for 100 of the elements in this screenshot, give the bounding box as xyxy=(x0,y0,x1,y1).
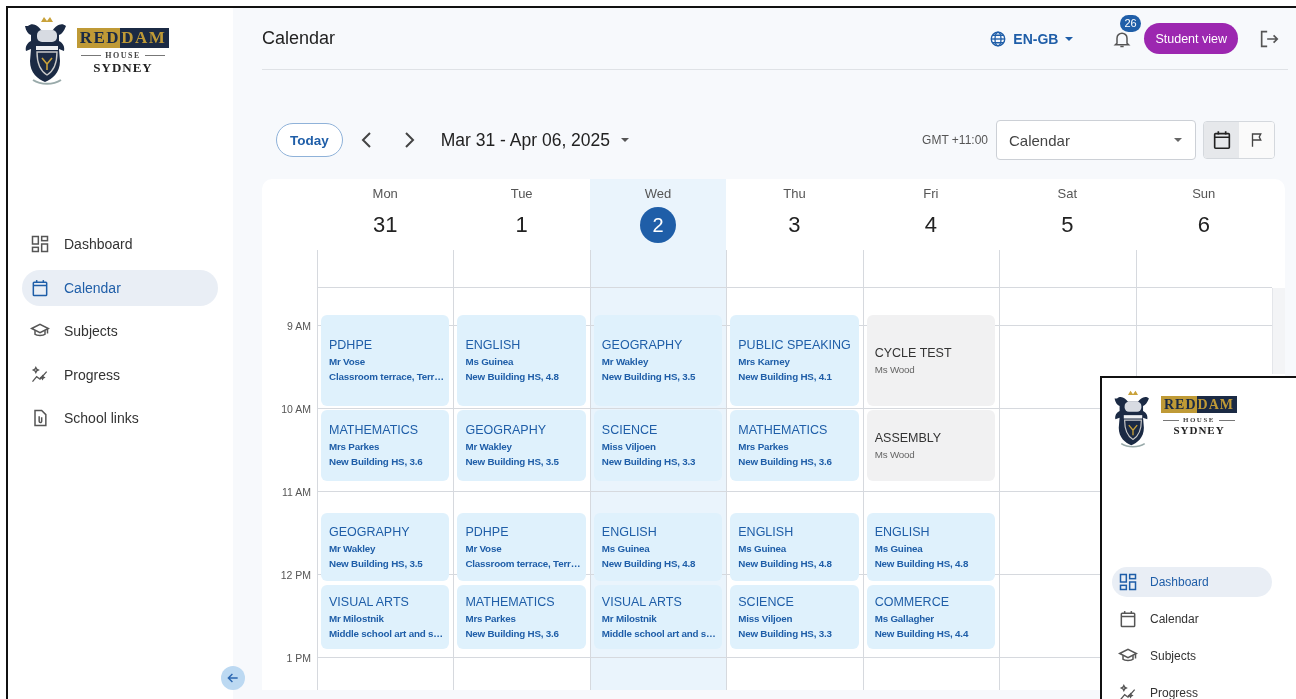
weekday-label: Tue xyxy=(510,186,533,201)
event-card[interactable]: ENGLISH Ms Guinea New Building HS, 4.8 xyxy=(866,513,996,581)
nav-label: Dashboard xyxy=(1150,575,1209,589)
event-location: New Building HS, 4.8 xyxy=(601,556,697,571)
event-title: PDHPE xyxy=(465,523,510,541)
view-select[interactable]: Calendar xyxy=(996,120,1196,160)
event-location: New Building HS, 3.6 xyxy=(465,626,560,641)
timezone-label: GMT +11:00 xyxy=(922,133,988,147)
event-card[interactable]: ENGLISH Ms Guinea New Building HS, 4.8 xyxy=(593,513,723,581)
nav-label: Calendar xyxy=(64,279,121,296)
nav-item[interactable]: Subjects xyxy=(1112,641,1272,671)
event-title: GEOGRAPHY xyxy=(465,422,547,439)
event-title: SCIENCE xyxy=(601,422,659,439)
day-number: 1 xyxy=(515,211,528,239)
today-date-badge: 2 xyxy=(640,207,677,243)
brand-name-part: DAM xyxy=(120,28,170,48)
event-teacher: Ms Guinea xyxy=(465,355,515,369)
event-card[interactable]: GEOGRAPHY Mr Wakley New Building HS, 3.5 xyxy=(321,513,450,581)
event-title: ENGLISH xyxy=(738,523,795,541)
event-card[interactable]: GEOGRAPHY Mr Wakley New Building HS, 3.5 xyxy=(593,315,723,406)
event-location: Classroom terrace, Terr… xyxy=(465,556,580,571)
nav-item[interactable]: Dashboard xyxy=(22,226,218,262)
day-number: 6 xyxy=(1197,211,1210,239)
event-title: GEOGRAPHY xyxy=(601,337,684,354)
nav-label: Calendar xyxy=(1150,612,1199,626)
event-card[interactable]: MATHEMATICS Mrs Parkes New Building HS, 3.6 xyxy=(321,410,450,481)
event-location: New Building HS, 4.8 xyxy=(738,556,833,571)
event-card[interactable]: ASSEMBLY Ms Wood xyxy=(866,410,996,481)
event-teacher: Ms Guinea xyxy=(874,541,924,556)
event-card[interactable]: COMMERCE Ms Gallagher New Building HS, 4.4 xyxy=(866,585,996,649)
weekday-label: Mon xyxy=(372,186,398,201)
caret-icon xyxy=(1173,135,1183,145)
event-teacher: Mrs Karney xyxy=(738,355,791,369)
event-location: New Building HS, 3.6 xyxy=(738,455,833,469)
event-card[interactable]: MATHEMATICS Mrs Parkes New Building HS, 3.6 xyxy=(457,585,586,649)
event-title: MATHEMATICS xyxy=(329,422,420,439)
event-card[interactable]: ENGLISH Ms Guinea New Building HS, 4.8 xyxy=(730,513,859,581)
calendar-icon xyxy=(1118,609,1138,629)
event-title: PDHPE xyxy=(329,337,374,354)
event-card[interactable]: GEOGRAPHY Mr Wakley New Building HS, 3.5 xyxy=(457,410,586,481)
event-teacher: Ms Wood xyxy=(874,362,916,377)
notification-count: 26 xyxy=(1120,14,1141,32)
hour-label: 9 AM xyxy=(286,319,311,334)
brand-name-part: RED xyxy=(76,28,121,48)
event-card[interactable]: PUBLIC SPEAKING Mrs Karney New Building HS, 4.1 xyxy=(730,315,859,406)
event-location: New Building HS, 4.8 xyxy=(874,556,970,571)
event-title: SCIENCE xyxy=(738,593,795,611)
brand-name-part: RED xyxy=(1161,396,1197,413)
event-title: COMMERCE xyxy=(874,593,950,611)
today-button[interactable]: Today xyxy=(276,123,343,157)
nav-label: Progress xyxy=(64,366,121,383)
event-card[interactable]: PDHPE Mr Vose Classroom terrace, Terr… xyxy=(457,513,586,581)
event-card[interactable]: SCIENCE Miss Viljoen New Building HS, 3.3 xyxy=(730,585,859,649)
nav-item[interactable]: Calendar xyxy=(1112,604,1272,634)
nav-item[interactable]: School links xyxy=(22,400,218,436)
event-title: VISUAL ARTS xyxy=(601,593,683,611)
event-location: New Building HS, 3.3 xyxy=(738,626,833,641)
event-card[interactable]: VISUAL ARTS Mr Milostnik Middle school art and s… xyxy=(593,585,723,649)
caret-icon xyxy=(620,135,631,145)
nav-label: Progress xyxy=(1150,686,1199,699)
language-selector[interactable]: EN-GB xyxy=(989,29,1075,48)
weekday-label: Sun xyxy=(1192,186,1216,201)
event-teacher: Mrs Parkes xyxy=(329,440,381,454)
day-number: 3 xyxy=(788,211,801,239)
event-teacher: Mr Milostnik xyxy=(329,611,385,626)
nav-item[interactable]: Calendar xyxy=(22,269,218,306)
event-card[interactable]: VISUAL ARTS Mr Milostnik Middle school art and s… xyxy=(321,585,450,649)
nav-label: School links xyxy=(64,410,139,426)
event-location: New Building HS, 3.5 xyxy=(329,556,424,571)
weekday-label: Fri xyxy=(923,186,939,201)
day-number: 31 xyxy=(372,211,398,239)
brand-name-part: DAM xyxy=(1196,396,1237,413)
date-range-picker[interactable]: Mar 31 - Apr 06, 2025 xyxy=(440,129,631,151)
nav-item[interactable]: Dashboard xyxy=(1112,567,1272,597)
weekday-label: Thu xyxy=(783,186,806,201)
sparkle-chart-icon xyxy=(30,364,50,385)
hour-label: 11 AM xyxy=(281,485,311,500)
event-location: Middle school art and s… xyxy=(601,626,717,641)
nav-label: Subjects xyxy=(1150,649,1197,663)
nav-item[interactable]: Subjects xyxy=(22,313,218,349)
nav-item[interactable]: Progress xyxy=(22,356,218,393)
event-card[interactable]: PDHPE Mr Vose Classroom terrace, Terr… xyxy=(321,315,450,406)
event-card[interactable]: ENGLISH Ms Guinea New Building HS, 4.8 xyxy=(457,315,586,406)
view-toggle-button[interactable] xyxy=(1204,122,1239,158)
student-view-button[interactable]: Student view xyxy=(1144,23,1238,54)
nav-item[interactable]: Progress xyxy=(1112,678,1272,699)
event-card[interactable]: MATHEMATICS Mrs Parkes New Building HS, 3.6 xyxy=(730,410,859,481)
event-location: New Building HS, 4.8 xyxy=(465,370,560,384)
event-teacher: Mrs Parkes xyxy=(738,440,790,454)
event-card[interactable]: CYCLE TEST Ms Wood xyxy=(866,315,996,406)
dashboard-icon xyxy=(30,234,50,254)
weekday-label: Sat xyxy=(1057,186,1078,201)
collapse-button[interactable] xyxy=(221,666,245,690)
event-card[interactable]: SCIENCE Miss Viljoen New Building HS, 3.3 xyxy=(593,410,723,481)
brand-city: SYDNEY xyxy=(1173,424,1225,436)
event-teacher: Miss Viljoen xyxy=(601,440,657,454)
day-number: 4 xyxy=(924,211,938,239)
event-teacher: Mr Wakley xyxy=(601,355,650,369)
event-teacher: Mr Vose xyxy=(329,355,366,369)
globe-icon xyxy=(989,29,1008,48)
